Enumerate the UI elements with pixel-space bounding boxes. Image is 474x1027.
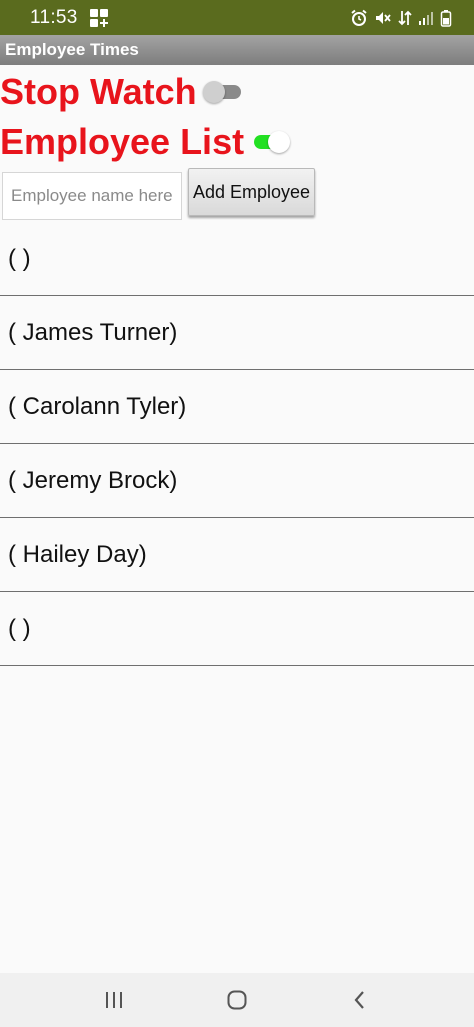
back-button[interactable] [330, 973, 390, 1027]
list-item[interactable]: ( Hailey Day) [0, 518, 474, 592]
stop-watch-toggle[interactable] [202, 80, 243, 104]
alarm-icon [350, 9, 368, 27]
recent-apps-button[interactable] [84, 973, 144, 1027]
add-employee-row: Add Employee [2, 168, 315, 220]
list-item[interactable]: ( ) [0, 222, 474, 296]
switch-thumb [268, 131, 291, 153]
list-item[interactable]: ( Carolann Tyler) [0, 370, 474, 444]
status-bar: 11:53 [0, 0, 474, 35]
navigation-bar [0, 973, 474, 1027]
status-time: 11:53 [30, 6, 78, 28]
home-button[interactable] [207, 973, 267, 1027]
employee-name-input[interactable] [2, 172, 182, 220]
mute-icon [374, 9, 392, 27]
employee-list-label: Employee List [0, 121, 245, 162]
employee-list-switch-row[interactable]: Employee List [0, 120, 291, 164]
app-grid-icon [89, 8, 108, 27]
list-item[interactable]: ( James Turner) [0, 296, 474, 370]
stop-watch-label: Stop Watch [0, 71, 197, 112]
signal-icon [418, 10, 434, 26]
app-title-bar: Employee Times [0, 35, 474, 65]
home-icon [226, 989, 248, 1011]
data-icon [398, 9, 412, 27]
employee-list-toggle[interactable] [250, 130, 291, 154]
recent-apps-icon [103, 990, 125, 1010]
app-title: Employee Times [5, 40, 139, 59]
stop-watch-switch-row[interactable]: Stop Watch [0, 70, 243, 114]
add-employee-button[interactable]: Add Employee [188, 168, 315, 216]
employee-list: ( ) ( James Turner) ( Carolann Tyler) ( … [0, 222, 474, 666]
switch-thumb [202, 81, 225, 103]
back-icon [349, 989, 371, 1011]
list-item[interactable]: ( Jeremy Brock) [0, 444, 474, 518]
status-icons [350, 9, 452, 27]
battery-icon [440, 9, 452, 27]
list-item[interactable]: ( ) [0, 592, 474, 666]
